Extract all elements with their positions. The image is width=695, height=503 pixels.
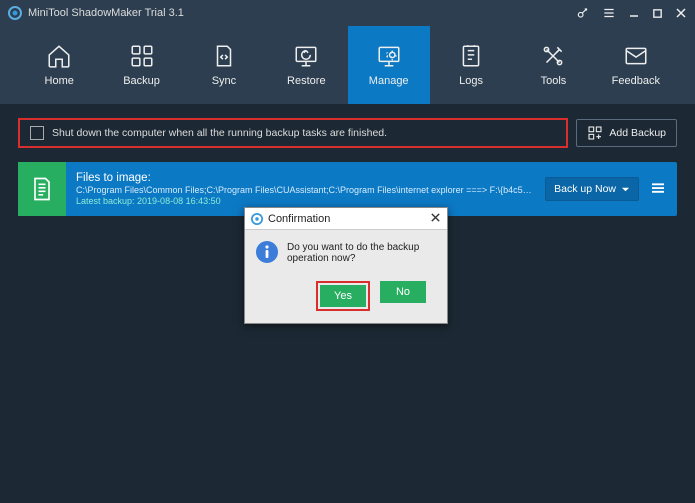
titlebar-controls [576,6,687,20]
nav-label: Feedback [612,75,660,87]
titlebar: MiniTool ShadowMaker Trial 3.1 [0,0,695,26]
dialog-buttons: Yes No [245,277,447,323]
dialog-close-icon[interactable] [430,211,441,226]
menu-icon[interactable] [602,6,616,20]
app-logo-icon [8,6,22,20]
task-description: C:\Program Files\Common Files;C:\Program… [76,185,535,196]
nav-label: Tools [541,75,567,87]
backup-now-label: Back up Now [554,183,616,195]
nav-home[interactable]: Home [18,26,100,104]
dialog-title: Confirmation [268,213,430,225]
main-nav: Home Backup Sync Restore Manage Logs Too… [0,26,695,104]
task-type-icon [18,162,66,216]
nav-label: Restore [287,75,326,87]
nav-label: Manage [369,75,409,87]
task-menu-icon[interactable] [649,179,667,200]
task-info: Files to image: C:\Program Files\Common … [66,168,545,211]
no-button[interactable]: No [380,281,426,303]
dialog-body: Do you want to do the backup operation n… [245,230,447,277]
info-icon [255,240,279,269]
dialog-message: Do you want to do the backup operation n… [287,240,437,264]
add-backup-label: Add Backup [609,127,666,139]
nav-logs[interactable]: Logs [430,26,512,104]
maximize-icon[interactable] [652,8,663,19]
nav-label: Backup [123,75,160,87]
nav-label: Sync [212,75,236,87]
key-icon[interactable] [576,6,590,20]
add-backup-button[interactable]: Add Backup [576,119,677,147]
window-title: MiniTool ShadowMaker Trial 3.1 [28,7,576,19]
yes-button[interactable]: Yes [320,285,366,307]
nav-sync[interactable]: Sync [183,26,265,104]
nav-feedback[interactable]: Feedback [595,26,677,104]
task-title: Files to image: [76,172,535,184]
nav-manage[interactable]: Manage [348,26,430,104]
dialog-titlebar: Confirmation [245,208,447,230]
nav-backup[interactable]: Backup [100,26,182,104]
shutdown-option[interactable]: Shut down the computer when all the runn… [18,118,568,148]
nav-label: Logs [459,75,483,87]
nav-label: Home [45,75,74,87]
nav-restore[interactable]: Restore [265,26,347,104]
shutdown-checkbox[interactable] [30,126,44,140]
minimize-icon[interactable] [628,7,640,19]
shutdown-label: Shut down the computer when all the runn… [52,127,387,139]
yes-button-highlight: Yes [316,281,370,311]
confirmation-dialog: Confirmation Do you want to do the backu… [244,207,448,324]
task-actions: Back up Now [545,177,677,201]
nav-tools[interactable]: Tools [512,26,594,104]
content-area: Shut down the computer when all the runn… [0,104,695,216]
close-icon[interactable] [675,7,687,19]
dialog-app-icon [251,213,263,225]
top-row: Shut down the computer when all the runn… [18,118,677,148]
backup-now-button[interactable]: Back up Now [545,177,639,201]
task-latest-backup: Latest backup: 2019-08-08 16:43:50 [76,196,535,206]
